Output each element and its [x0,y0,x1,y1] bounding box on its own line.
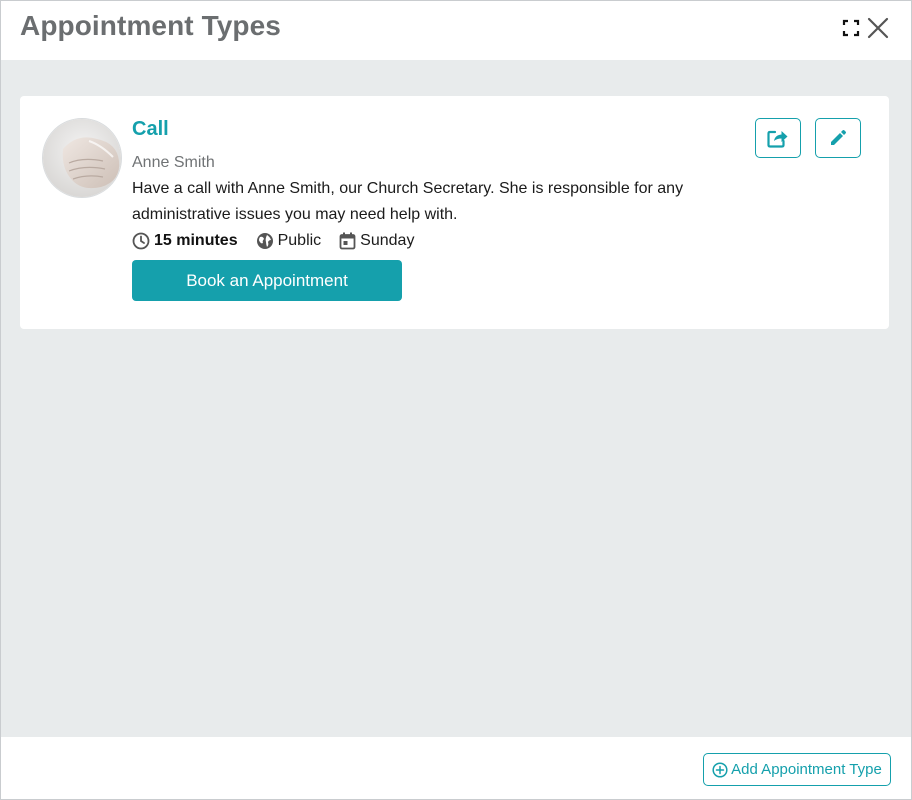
dialog-body: Call Anne Smith Have a call with Anne Sm… [1,60,911,737]
appointment-title: Call [132,118,169,140]
appointment-description: Have a call with Anne Smith, our Church … [132,180,684,223]
visibility-item: Public [256,232,322,250]
add-appointment-type-label: Add Appointment Type [731,761,882,778]
add-appointment-type-button[interactable]: Add Appointment Type [703,753,891,786]
dialog-footer: Add Appointment Type [1,737,911,799]
appointment-card: Call Anne Smith Have a call with Anne Sm… [20,96,889,329]
close-icon[interactable] [867,17,889,39]
globe-icon [256,233,273,249]
expand-icon[interactable] [842,19,860,37]
book-appointment-button[interactable]: Book an Appointment [132,260,402,301]
plus-circle-icon [712,761,728,778]
day-text: Sunday [360,232,415,249]
avatar [42,118,122,198]
edit-button[interactable] [815,118,861,158]
host-name: Anne Smith [132,154,215,171]
calendar-icon [339,232,356,250]
dialog-title: Appointment Types [20,10,281,41]
day-item: Sunday [339,232,414,250]
appointment-meta: 15 minutes Public Sunday [132,231,432,251]
duration-text: 15 minutes [154,232,238,249]
visibility-text: Public [277,232,322,249]
duration-item: 15 minutes [132,232,238,250]
avatar-photo [43,119,121,197]
share-button[interactable] [755,118,801,158]
clock-icon [132,232,150,250]
appointment-types-dialog: Appointment Types Call Anne Smith Have a… [0,0,912,800]
pencil-icon [831,130,846,145]
share-icon [767,130,788,148]
dialog-header: Appointment Types [1,1,911,60]
